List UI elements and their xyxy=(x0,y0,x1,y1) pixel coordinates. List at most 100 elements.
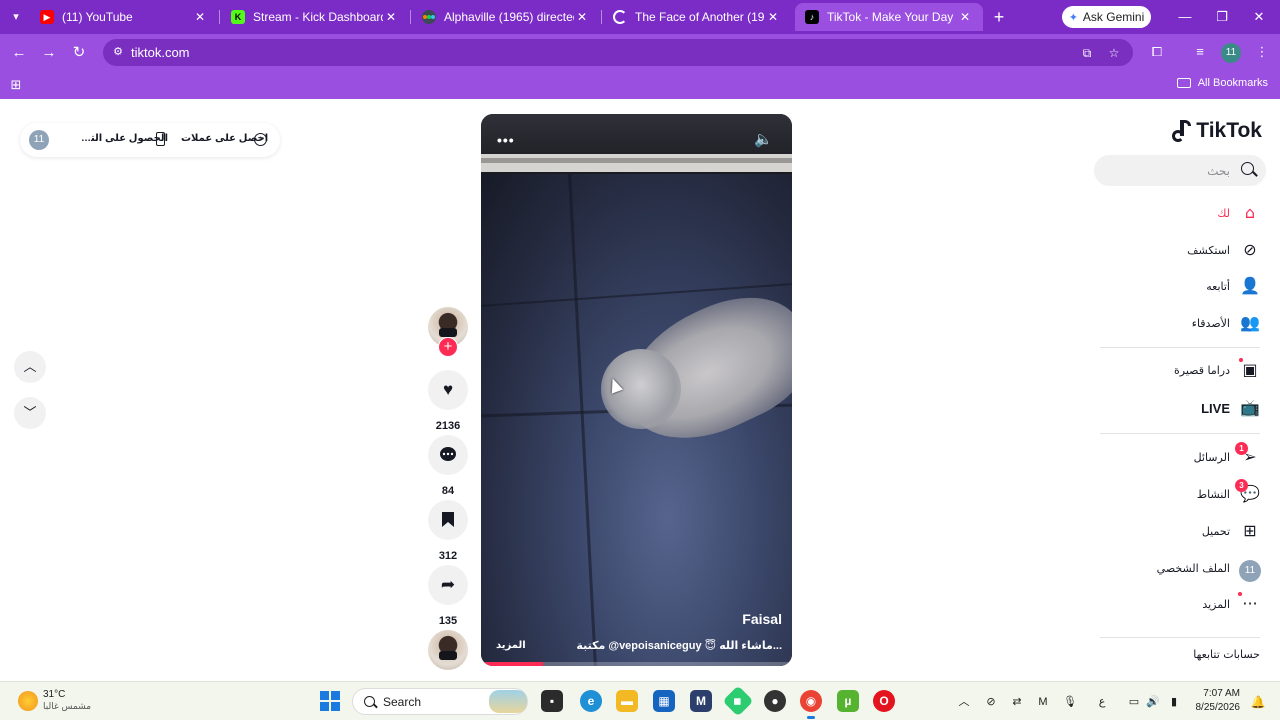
clock-date: 8/25/2026 xyxy=(1195,702,1241,713)
previous-video-button[interactable]: ︿ xyxy=(14,351,46,383)
minimize-button[interactable]: — xyxy=(1171,6,1199,28)
transfer-icon[interactable]: ⇄ xyxy=(1009,694,1025,710)
tab-face-of-another[interactable]: The Face of Another (1966) | T ✕ xyxy=(603,3,791,31)
tiktok-logo[interactable]: TikTok xyxy=(1171,119,1262,143)
creator-avatar[interactable]: + xyxy=(428,307,468,357)
forward-button[interactable]: → xyxy=(38,42,60,64)
video-author[interactable]: Faisal xyxy=(742,611,782,627)
media-control-icon[interactable]: ≡ xyxy=(1190,42,1210,62)
next-video-button[interactable]: ﹀ xyxy=(14,397,46,429)
site-info-icon[interactable]: ⚙ xyxy=(111,45,125,59)
chrome-icon[interactable]: ◉ xyxy=(800,690,822,719)
like-action[interactable]: ♥ 2136 xyxy=(428,370,468,432)
nav-activity[interactable]: 💬 3 النشاط xyxy=(1197,479,1262,508)
avatar[interactable]: 11 xyxy=(29,130,49,150)
microphone-icon[interactable]: 🎙 xyxy=(1062,694,1078,710)
task-view-icon[interactable]: ▪ xyxy=(541,690,563,712)
comment-icon[interactable] xyxy=(428,435,468,475)
weather-temperature[interactable]: 31°C xyxy=(43,689,65,700)
display-icon[interactable]: ▭ xyxy=(1126,694,1142,710)
taskbar-clock[interactable]: 7:07 AM 8/25/2026 xyxy=(1180,687,1241,715)
word-app-icon[interactable]: M xyxy=(690,690,712,712)
url-text[interactable]: tiktok.com xyxy=(131,45,190,60)
all-bookmarks-label: All Bookmarks xyxy=(1197,77,1268,89)
edge-icon[interactable]: e xyxy=(580,690,602,712)
tab-alphaville[interactable]: Alphaville (1965) directed by ✕ xyxy=(412,3,600,31)
network-off-icon[interactable]: ⊘ xyxy=(983,694,999,710)
install-app-icon[interactable]: ⧉ xyxy=(1079,45,1095,61)
share-action[interactable]: ➦ 135 xyxy=(428,565,468,627)
store-icon[interactable]: ▦ xyxy=(653,690,675,712)
close-icon[interactable]: ✕ xyxy=(383,10,399,24)
search-bar[interactable] xyxy=(1094,155,1266,186)
gmail-icon[interactable]: M xyxy=(1035,694,1051,710)
follow-plus-icon[interactable]: + xyxy=(438,337,458,357)
caption-more-link[interactable]: المزيد xyxy=(496,640,526,651)
weather-condition[interactable]: مشمس غالبا xyxy=(43,702,91,712)
share-arrow-icon[interactable]: ➦ xyxy=(428,565,468,605)
nav-label: دراما قصيرة xyxy=(1174,363,1230,377)
tray-chevron-icon[interactable]: ︿ xyxy=(956,694,972,710)
back-button[interactable]: ← xyxy=(8,42,30,64)
get-app-link[interactable]: الحصول على التطبيق xyxy=(80,133,168,144)
search-icon[interactable] xyxy=(1241,162,1254,175)
close-icon[interactable]: ✕ xyxy=(574,10,590,24)
bookmark-icon[interactable] xyxy=(428,500,468,540)
reload-button[interactable]: ↻ xyxy=(68,42,90,64)
more-options-icon[interactable]: ••• xyxy=(497,132,515,148)
close-icon[interactable]: ✕ xyxy=(765,10,781,24)
ask-gemini-button[interactable]: ✦ Ask Gemini xyxy=(1062,6,1151,28)
address-bar[interactable]: ⚙ tiktok.com ⧉ ☆ xyxy=(103,39,1133,66)
maximize-button[interactable]: ❐ xyxy=(1208,6,1236,28)
tab-youtube[interactable]: ▶ (11) YouTube ✕ xyxy=(30,3,218,31)
close-icon[interactable]: ✕ xyxy=(192,10,208,24)
video-progress-bar[interactable] xyxy=(481,662,792,666)
tab-kick[interactable]: K Stream - Kick Dashboard ✕ xyxy=(221,3,409,31)
comment-action[interactable]: 84 xyxy=(428,435,468,497)
notification-bell-icon[interactable]: 🔔 xyxy=(1250,694,1266,710)
diamond-app-icon[interactable]: ◆ xyxy=(722,685,754,717)
tab-search-chevron-icon[interactable]: ▾ xyxy=(6,7,26,27)
avatar[interactable] xyxy=(428,630,468,670)
extensions-icon[interactable]: ⧠ xyxy=(1147,42,1167,62)
opera-icon[interactable]: O xyxy=(873,690,895,712)
sound-avatar[interactable] xyxy=(428,630,468,670)
nav-upload[interactable]: ⊞ تحميل xyxy=(1202,517,1262,545)
nav-explore[interactable]: ⊘ استكشف xyxy=(1187,236,1262,264)
volume-icon[interactable]: 🔊 xyxy=(1145,694,1161,710)
profile-avatar[interactable]: 11 xyxy=(1221,43,1241,63)
nav-following[interactable]: 👤 أتابعه xyxy=(1206,272,1262,300)
tab-tiktok[interactable]: ♪ TikTok - Make Your Day ✕ xyxy=(795,3,983,31)
save-action[interactable]: 312 xyxy=(428,500,468,562)
sun-icon[interactable] xyxy=(18,691,38,711)
browser-menu-icon[interactable]: ⋮ xyxy=(1252,42,1272,62)
nav-live[interactable]: 📺 LIVE xyxy=(1201,394,1262,422)
tab-title: Alphaville (1965) directed by xyxy=(444,10,574,24)
heart-icon[interactable]: ♥ xyxy=(428,370,468,410)
all-bookmarks-button[interactable]: All Bookmarks xyxy=(1176,77,1268,89)
file-explorer-icon[interactable]: ▬ xyxy=(616,690,638,712)
apps-grid-icon[interactable]: ⊞ xyxy=(8,77,24,93)
phone-icon xyxy=(156,132,165,146)
nav-messages[interactable]: ➢ 1 الرسائل xyxy=(1194,442,1262,471)
windows-start-icon[interactable] xyxy=(320,691,340,711)
tab-title: The Face of Another (1966) | T xyxy=(635,10,765,24)
davinci-icon[interactable]: ● xyxy=(764,690,786,712)
close-icon[interactable]: ✕ xyxy=(957,10,973,24)
bookmark-star-icon[interactable]: ☆ xyxy=(1106,45,1122,61)
window-close-button[interactable]: ✕ xyxy=(1245,6,1273,28)
nav-for-you[interactable]: ⌂ لك xyxy=(1217,199,1262,227)
nav-short-drama[interactable]: ▣ دراما قصيرة xyxy=(1174,356,1262,384)
taskbar-search-label: Search xyxy=(383,695,422,709)
language-indicator[interactable]: ع xyxy=(1094,694,1110,710)
taskbar-search[interactable]: Search xyxy=(352,688,528,715)
volume-icon[interactable]: 🔈 xyxy=(754,130,773,148)
utorrent-icon[interactable]: µ xyxy=(837,690,859,712)
video-player[interactable]: ••• 🔈 Faisal مكتبة @vepoisaniceguy 😇 ماش… xyxy=(481,114,792,666)
nav-more[interactable]: ··· المزيد xyxy=(1202,590,1262,618)
profile-icon: 11 xyxy=(1238,556,1262,582)
nav-profile[interactable]: 11 الملف الشخصي xyxy=(1157,554,1262,582)
new-tab-button[interactable]: + xyxy=(989,7,1009,27)
nav-friends[interactable]: 👥 الأصدقاء xyxy=(1192,309,1262,337)
search-input[interactable] xyxy=(1104,160,1230,181)
